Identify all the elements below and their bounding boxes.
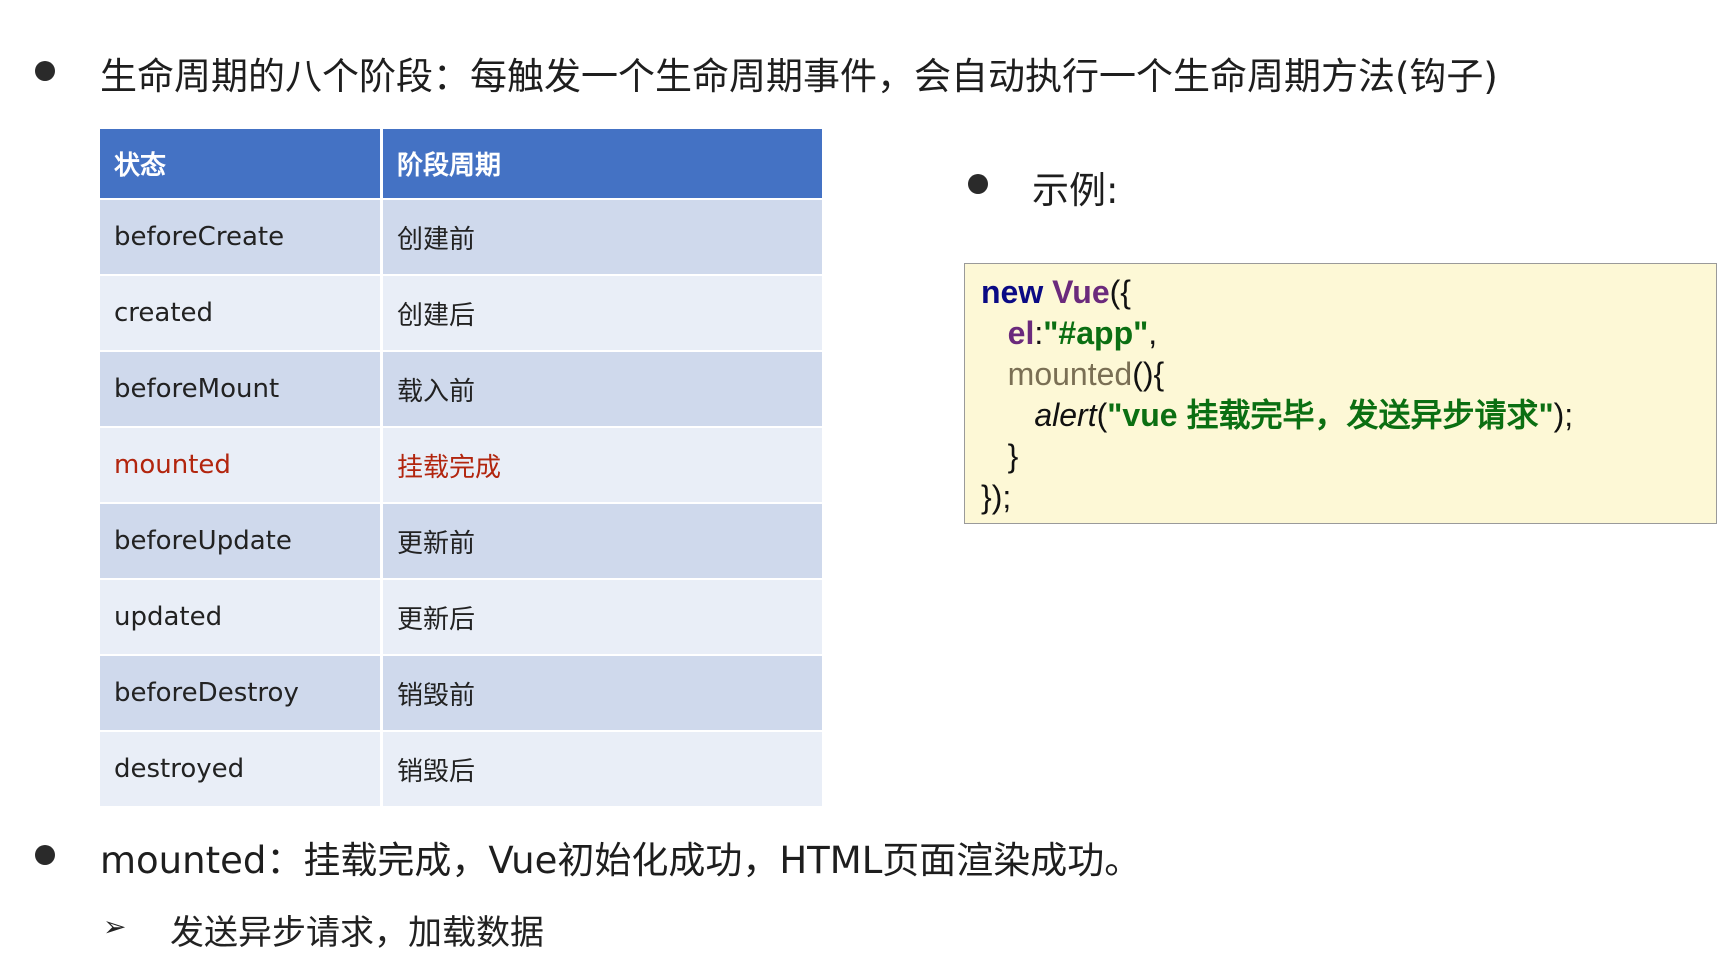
bullet-icon [35,845,55,865]
code-punct: } [1007,438,1019,474]
code-line: new Vue({ [981,272,1700,313]
code-punct: (){ [1132,356,1165,392]
phase-cell: 销毁后 [383,730,822,806]
table-row: beforeDestroy 销毁前 [100,654,822,730]
code-punct: ( [1096,397,1108,433]
code-property: el [1007,315,1035,351]
code-punct: ({ [1109,274,1131,310]
state-cell: beforeMount [100,350,383,426]
table-header-row: 状态 阶段周期 [100,129,822,198]
table-row-highlighted: mounted 挂载完成 [100,426,822,502]
code-punct: : [1034,315,1044,351]
table-row: beforeMount 载入前 [100,350,822,426]
code-line: }); [981,477,1700,518]
phase-cell: 载入前 [383,350,822,426]
bullet-icon [968,174,988,194]
bullet-icon [35,61,55,81]
header-state: 状态 [100,129,383,198]
code-example: new Vue({ el:"#app", mounted(){ alert("v… [964,263,1717,524]
phase-cell: 更新前 [383,502,822,578]
phase-cell: 销毁前 [383,654,822,730]
code-function: alert [1034,397,1097,433]
code-string: "vue 挂载完毕，发送异步请求" [1107,397,1554,433]
state-cell: beforeDestroy [100,654,383,730]
state-cell: created [100,274,383,350]
table-row: updated 更新后 [100,578,822,654]
code-line: alert("vue 挂载完毕，发送异步请求"); [981,395,1700,436]
phase-cell: 创建后 [383,274,822,350]
code-punct: }); [981,479,1012,515]
lifecycle-heading: 生命周期的八个阶段：每触发一个生命周期事件，会自动执行一个生命周期方法(钩子) [100,55,1498,98]
code-line: el:"#app", [981,313,1700,354]
state-cell: beforeCreate [100,198,383,274]
arrow-bullet-icon: ➢ [103,910,127,943]
code-punct: , [1148,315,1158,351]
state-cell: destroyed [100,730,383,806]
code-punct: ); [1553,397,1574,433]
phase-cell: 更新后 [383,578,822,654]
phase-cell: 挂载完成 [383,426,822,502]
lifecycle-table: 状态 阶段周期 beforeCreate 创建前 created 创建后 bef… [100,129,822,806]
state-cell: beforeUpdate [100,502,383,578]
table-row: beforeCreate 创建前 [100,198,822,274]
header-phase: 阶段周期 [383,129,822,198]
example-label: 示例: [1032,169,1119,212]
phase-cell: 创建前 [383,198,822,274]
code-line: mounted(){ [981,354,1700,395]
table-row: beforeUpdate 更新前 [100,502,822,578]
code-string: "#app" [1043,315,1149,351]
code-keyword: new [981,274,1044,310]
state-cell: updated [100,578,383,654]
code-method: mounted [1007,356,1133,392]
mounted-description: mounted：挂载完成，Vue初始化成功，HTML页面渲染成功。 [100,839,1142,882]
table-row: created 创建后 [100,274,822,350]
code-line: } [981,436,1700,477]
state-cell: mounted [100,426,383,502]
table-row: destroyed 销毁后 [100,730,822,806]
code-class: Vue [1052,274,1110,310]
